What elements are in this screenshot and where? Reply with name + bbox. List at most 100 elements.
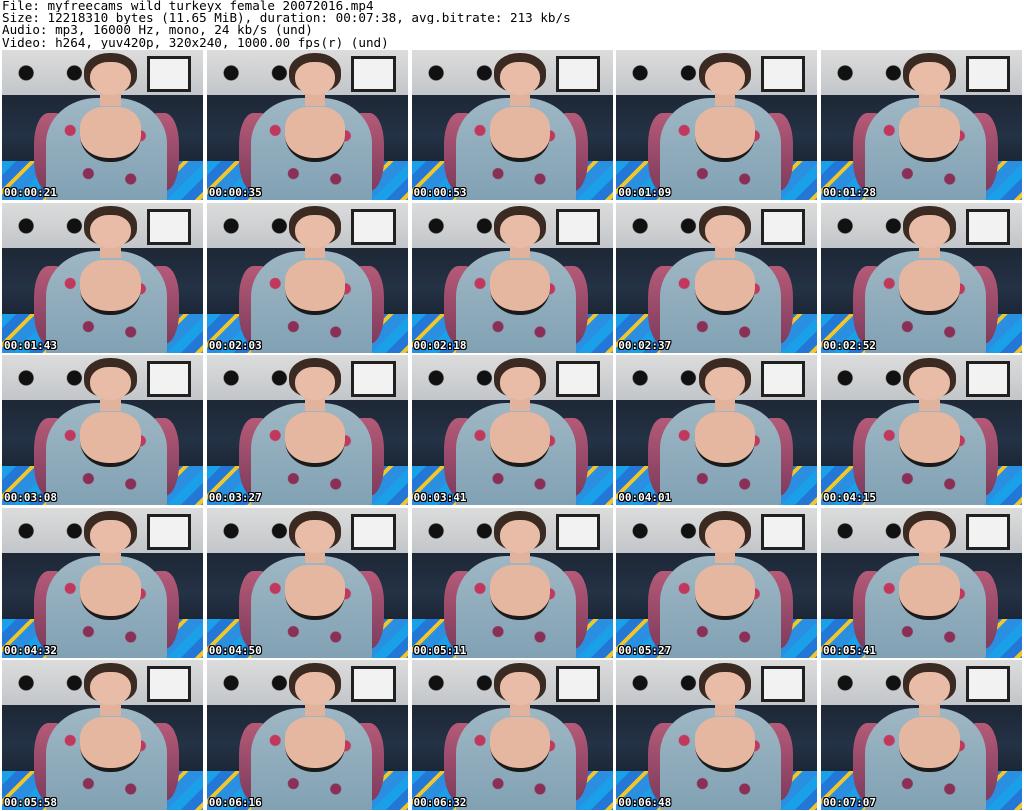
thumbnail-17[interactable]: 00:04:50 bbox=[206, 507, 408, 658]
thumbnail-image bbox=[411, 507, 613, 658]
thumbnail-11[interactable]: 00:03:08 bbox=[2, 355, 203, 505]
thumbnail-image bbox=[616, 355, 818, 505]
thumbnail-13[interactable]: 00:03:41 bbox=[411, 355, 613, 505]
picture-frame bbox=[146, 361, 191, 397]
chest-neckline bbox=[694, 107, 755, 162]
chest-neckline bbox=[489, 107, 551, 162]
chest-neckline bbox=[694, 259, 755, 315]
thumbnail-image bbox=[821, 507, 1022, 658]
thumbnail-4[interactable]: 00:01:09 bbox=[616, 50, 818, 200]
picture-frame bbox=[760, 666, 806, 702]
picture-frame bbox=[146, 513, 191, 550]
thumbnail-image bbox=[616, 50, 818, 200]
thumbnail-image bbox=[411, 355, 613, 505]
thumbnail-image bbox=[206, 355, 408, 505]
chest-neckline bbox=[285, 564, 346, 620]
chest-neckline bbox=[285, 412, 346, 467]
picture-frame bbox=[556, 666, 601, 702]
thumbnail-image bbox=[2, 202, 203, 353]
picture-frame bbox=[965, 361, 1010, 397]
picture-frame bbox=[146, 208, 191, 245]
thumbnail-20[interactable]: 00:05:41 bbox=[821, 507, 1022, 658]
face bbox=[704, 672, 745, 705]
file-size-line: Size: 12218310 bytes (11.65 MiB), durati… bbox=[2, 12, 571, 25]
face bbox=[90, 62, 131, 95]
thumbnail-image bbox=[2, 50, 203, 200]
face bbox=[909, 672, 950, 705]
thumbnail-image bbox=[411, 660, 613, 810]
face bbox=[704, 519, 745, 553]
thumbnail-image bbox=[821, 50, 1022, 200]
face bbox=[909, 519, 950, 553]
thumbnail-image bbox=[2, 660, 203, 810]
thumbnail-16[interactable]: 00:04:32 bbox=[2, 507, 203, 658]
chest-neckline bbox=[489, 717, 551, 772]
thumbnail-image bbox=[411, 50, 613, 200]
thumbnail-5[interactable]: 00:01:28 bbox=[821, 50, 1022, 200]
face bbox=[90, 519, 131, 553]
picture-frame bbox=[351, 666, 396, 702]
thumbnail-image bbox=[206, 507, 408, 658]
metadata-header: File: myfreecams_wild_turkeyx_female_200… bbox=[2, 0, 1022, 50]
picture-frame bbox=[556, 208, 601, 245]
face bbox=[704, 62, 745, 95]
thumbnail-image bbox=[2, 507, 203, 658]
thumbnail-25[interactable]: 00:07:07 bbox=[821, 660, 1022, 810]
thumbnail-6[interactable]: 00:01:43 bbox=[2, 202, 203, 353]
chest-neckline bbox=[899, 259, 960, 315]
picture-frame bbox=[965, 513, 1010, 550]
thumbnail-7[interactable]: 00:02:03 bbox=[206, 202, 408, 353]
thumbnail-1[interactable]: 00:00:21 bbox=[2, 50, 203, 200]
thumbnail-image bbox=[821, 355, 1022, 505]
thumbnail-image bbox=[2, 355, 203, 505]
face bbox=[295, 214, 336, 248]
picture-frame bbox=[760, 361, 806, 397]
chest-neckline bbox=[694, 717, 755, 772]
thumbnail-19[interactable]: 00:05:27 bbox=[616, 507, 818, 658]
thumbnail-12[interactable]: 00:03:27 bbox=[206, 355, 408, 505]
thumbnail-10[interactable]: 00:02:52 bbox=[821, 202, 1022, 353]
face bbox=[704, 367, 745, 400]
thumbnail-9[interactable]: 00:02:37 bbox=[616, 202, 818, 353]
chest-neckline bbox=[899, 717, 960, 772]
chest-neckline bbox=[285, 717, 346, 772]
video-info-line: Video: h264, yuv420p, 320x240, 1000.00 f… bbox=[2, 36, 389, 49]
face bbox=[499, 62, 541, 95]
face bbox=[499, 367, 541, 400]
thumbnail-image bbox=[821, 202, 1022, 353]
thumbnail-image bbox=[821, 660, 1022, 810]
chest-neckline bbox=[80, 107, 141, 162]
thumbnail-23[interactable]: 00:06:32 bbox=[411, 660, 613, 810]
chest-neckline bbox=[285, 259, 346, 315]
chest-neckline bbox=[80, 717, 141, 772]
chest-neckline bbox=[694, 564, 755, 620]
picture-frame bbox=[965, 56, 1010, 92]
picture-frame bbox=[965, 208, 1010, 245]
picture-frame bbox=[146, 666, 191, 702]
thumbnail-15[interactable]: 00:04:15 bbox=[821, 355, 1022, 505]
thumbnail-14[interactable]: 00:04:01 bbox=[616, 355, 818, 505]
thumbnail-image bbox=[206, 202, 408, 353]
picture-frame bbox=[760, 513, 806, 550]
chest-neckline bbox=[489, 412, 551, 467]
picture-frame bbox=[351, 56, 396, 92]
thumbnail-18[interactable]: 00:05:11 bbox=[411, 507, 613, 658]
thumbnail-22[interactable]: 00:06:16 bbox=[206, 660, 408, 810]
thumbnail-3[interactable]: 00:00:53 bbox=[411, 50, 613, 200]
face bbox=[909, 367, 950, 400]
thumbnail-21[interactable]: 00:05:58 bbox=[2, 660, 203, 810]
face bbox=[90, 214, 131, 248]
face bbox=[295, 519, 336, 553]
picture-frame bbox=[351, 208, 396, 245]
face bbox=[704, 214, 745, 248]
face bbox=[499, 672, 541, 705]
thumbnail-2[interactable]: 00:00:35 bbox=[206, 50, 408, 200]
chest-neckline bbox=[80, 259, 141, 315]
picture-frame bbox=[351, 513, 396, 550]
thumbnail-8[interactable]: 00:02:18 bbox=[411, 202, 613, 353]
thumbnail-image bbox=[616, 660, 818, 810]
picture-frame bbox=[556, 56, 601, 92]
thumbnail-image bbox=[206, 660, 408, 810]
chest-neckline bbox=[899, 564, 960, 620]
thumbnail-24[interactable]: 00:06:48 bbox=[616, 660, 818, 810]
